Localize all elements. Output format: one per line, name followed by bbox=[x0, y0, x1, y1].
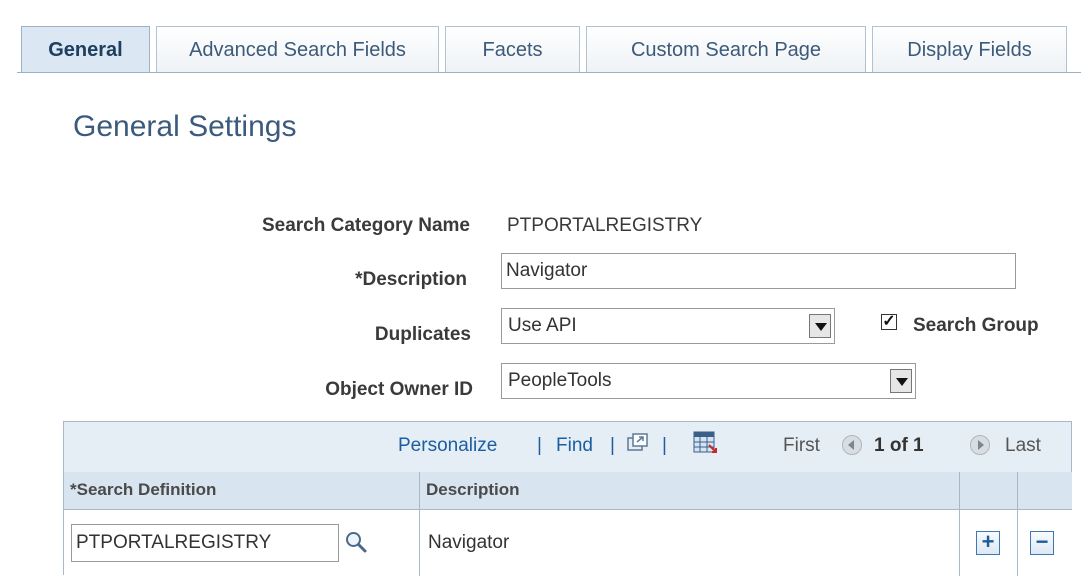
category-name-label: Search Category Name bbox=[261, 215, 470, 236]
object-owner-label: Object Owner ID bbox=[325, 379, 473, 400]
tab-general[interactable]: General bbox=[21, 26, 150, 73]
column-header-search-definition: *Search Definition bbox=[64, 472, 420, 510]
search-group-label: Search Group bbox=[913, 315, 1039, 336]
delete-row-button[interactable]: − bbox=[1030, 531, 1054, 555]
personalize-link[interactable]: Personalize bbox=[398, 435, 497, 457]
tab-advanced-search-fields[interactable]: Advanced Search Fields bbox=[156, 26, 439, 72]
search-icon[interactable] bbox=[344, 530, 368, 554]
separator: | bbox=[537, 435, 542, 456]
column-header-description: Description bbox=[420, 472, 960, 510]
duplicates-label: Duplicates bbox=[374, 324, 471, 345]
tab-facets[interactable]: Facets bbox=[445, 26, 580, 72]
description-cell: Navigator bbox=[420, 510, 960, 576]
category-name-value: PTPORTALREGISTRY bbox=[507, 215, 703, 236]
find-link[interactable]: Find bbox=[556, 435, 593, 457]
delete-cell: − bbox=[1018, 510, 1072, 576]
search-definition-field[interactable]: PTPORTALREGISTRY bbox=[71, 524, 339, 562]
next-icon[interactable] bbox=[970, 435, 990, 455]
tab-display-fields[interactable]: Display Fields bbox=[872, 26, 1067, 72]
view-all-icon[interactable] bbox=[627, 433, 649, 453]
object-owner-value: PeopleTools bbox=[508, 370, 612, 391]
description-label: *Description bbox=[355, 269, 467, 290]
add-row-button[interactable]: + bbox=[976, 531, 1000, 555]
grid-navigation-bar: Personalize | Find | | First 1 of 1 Last bbox=[64, 422, 1071, 473]
last-label[interactable]: Last bbox=[1005, 435, 1041, 457]
separator: | bbox=[610, 435, 615, 456]
download-spreadsheet-icon[interactable] bbox=[692, 430, 718, 456]
duplicates-select[interactable]: Use API bbox=[501, 308, 835, 344]
tab-underline bbox=[17, 72, 1081, 73]
previous-icon[interactable] bbox=[842, 435, 862, 455]
page-title: General Settings bbox=[73, 110, 297, 143]
add-cell: + bbox=[960, 510, 1018, 576]
pager-count: 1 of 1 bbox=[874, 435, 924, 456]
search-group-checkbox[interactable]: ✓ bbox=[881, 314, 897, 330]
description-value: Navigator bbox=[428, 532, 510, 553]
tab-bar: General Advanced Search Fields Facets Cu… bbox=[0, 0, 1081, 74]
column-header-delete bbox=[1018, 472, 1072, 510]
separator: | bbox=[662, 435, 667, 456]
duplicates-value: Use API bbox=[508, 315, 577, 336]
tab-custom-search-page[interactable]: Custom Search Page bbox=[586, 26, 866, 72]
column-header-add bbox=[960, 472, 1018, 510]
object-owner-select[interactable]: PeopleTools bbox=[501, 363, 916, 399]
chevron-down-icon bbox=[890, 369, 912, 393]
chevron-down-icon bbox=[809, 314, 831, 338]
first-label[interactable]: First bbox=[783, 435, 820, 457]
search-definition-grid: Personalize | Find | | First 1 of 1 Last… bbox=[63, 421, 1072, 576]
description-field[interactable]: Navigator bbox=[501, 253, 1016, 289]
table-row: PTPORTALREGISTRY bbox=[64, 510, 420, 576]
